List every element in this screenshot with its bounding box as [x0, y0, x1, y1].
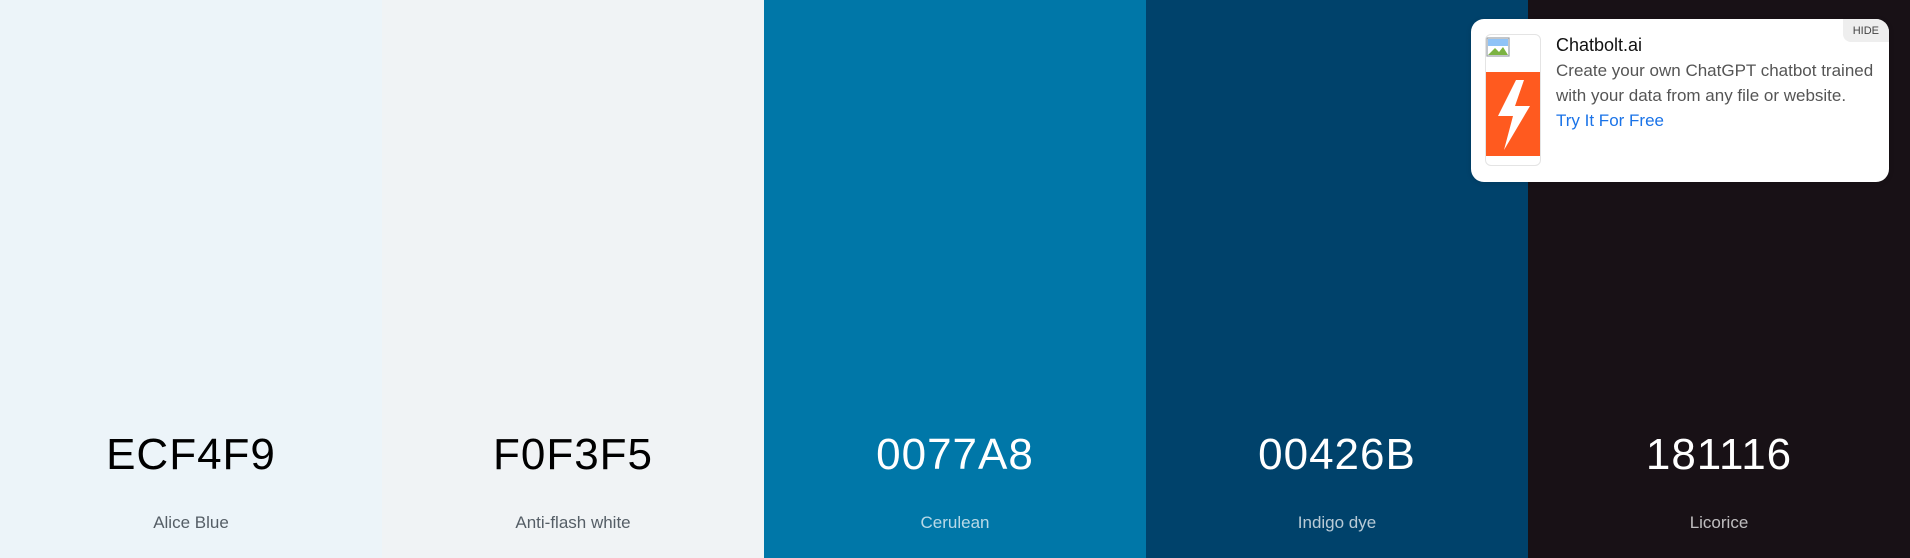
- try-it-for-free-link[interactable]: Try It For Free: [1556, 111, 1664, 130]
- ad-logo[interactable]: [1485, 34, 1541, 166]
- swatch-hex-code[interactable]: ECF4F9: [0, 430, 382, 480]
- lightning-bolt-icon: [1486, 72, 1540, 156]
- swatch-color-name: Cerulean: [920, 513, 990, 532]
- ad-title[interactable]: Chatbolt.ai: [1556, 34, 1874, 56]
- swatch-hex-code[interactable]: 00426B: [1146, 430, 1528, 480]
- ad-description: Create your own ChatGPT chatbot trained …: [1556, 61, 1874, 105]
- swatch-alice-blue[interactable]: ECF4F9 Alice Blue: [0, 0, 382, 558]
- swatch-cerulean[interactable]: 0077A8 Cerulean: [764, 0, 1146, 558]
- swatch-color-name: Alice Blue: [153, 513, 229, 532]
- ad-body: Create your own ChatGPT chatbot trained …: [1556, 58, 1874, 133]
- color-palette: ECF4F9 Alice Blue F0F3F5 Anti-flash whit…: [0, 0, 1910, 558]
- swatch-color-name: Anti-flash white: [515, 513, 631, 532]
- swatch-color-name: Indigo dye: [1297, 513, 1377, 532]
- chatbolt-ad-card[interactable]: HIDE Chatbolt.ai Create your own ChatGPT…: [1471, 19, 1889, 182]
- swatch-hex-code[interactable]: 181116: [1528, 430, 1910, 480]
- swatch-anti-flash-white[interactable]: F0F3F5 Anti-flash white: [382, 0, 764, 558]
- swatch-hex-code[interactable]: 0077A8: [764, 430, 1146, 480]
- ad-text-block: Chatbolt.ai Create your own ChatGPT chat…: [1556, 34, 1874, 133]
- broken-image-icon: [1486, 37, 1510, 57]
- swatch-color-name: Licorice: [1689, 513, 1749, 532]
- swatch-hex-code[interactable]: F0F3F5: [382, 430, 764, 480]
